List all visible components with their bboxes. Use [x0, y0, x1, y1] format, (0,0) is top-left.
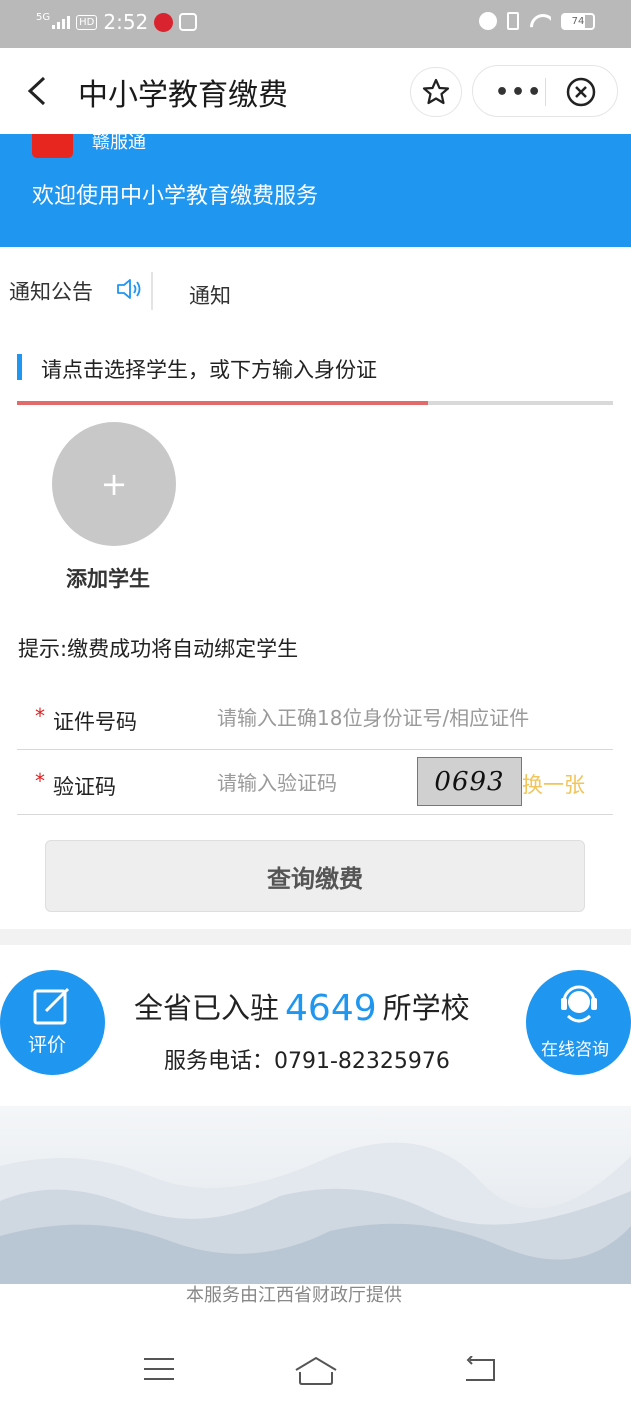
school-count-line: 全省已入驻 4649 所学校 — [134, 985, 470, 1029]
wifi-icon — [529, 12, 551, 30]
add-student-button[interactable]: + — [52, 422, 176, 546]
captcha-label: 验证码 — [53, 775, 116, 799]
schools-suffix: 所学校 — [382, 991, 470, 1025]
evaluate-button[interactable]: 评价 — [0, 970, 105, 1075]
evaluate-label: 评价 — [28, 1034, 67, 1056]
home-icon[interactable] — [294, 1356, 338, 1386]
status-bar: 5G HD 2:52 74 — [0, 0, 631, 48]
status-right: 74 — [479, 12, 595, 30]
id-number-row: * 证件号码 — [17, 686, 613, 750]
footer-text: 本服务由江西省财政厅提供 — [186, 1285, 402, 1306]
online-consult-label: 在线咨询 — [541, 1040, 609, 1060]
page-title: 中小学教育缴费 — [78, 78, 288, 113]
app-logo — [32, 134, 73, 158]
status-time: 2:52 — [103, 10, 149, 34]
edit-icon — [33, 987, 70, 1025]
close-icon[interactable] — [565, 76, 597, 108]
mountain-graphic — [0, 1142, 631, 1284]
captcha-image[interactable]: 0693 — [417, 757, 522, 806]
battery-icon: 74 — [561, 12, 595, 30]
signal-icon — [52, 15, 71, 29]
network-type: 5G — [36, 12, 51, 23]
id-number-label: 证件号码 — [53, 710, 137, 734]
notice-text[interactable]: 通知 — [189, 280, 231, 310]
add-student-label[interactable]: 添加学生 — [66, 563, 150, 593]
hint-text: 提示:缴费成功将自动绑定学生 — [18, 637, 299, 661]
speaker-icon — [117, 279, 141, 299]
online-consult-button[interactable]: 在线咨询 — [526, 970, 631, 1075]
id-number-input[interactable] — [217, 700, 607, 736]
welcome-banner: 赣服通 欢迎使用中小学教育缴费服务 — [0, 134, 631, 247]
system-nav-bar — [0, 1330, 631, 1407]
notice-label: 通知公告 — [9, 280, 93, 304]
back-nav-icon[interactable] — [462, 1356, 498, 1384]
captcha-text: 0693 — [434, 766, 505, 797]
welcome-text: 欢迎使用中小学教育缴费服务 — [32, 184, 319, 209]
battery-level: 74 — [571, 15, 585, 27]
section-title: 请点击选择学生，或下方输入身份证 — [41, 358, 377, 382]
mountain-illustration — [0, 1106, 631, 1284]
alipay-notification-icon — [179, 13, 198, 31]
school-count: 4649 — [285, 988, 377, 1029]
alarm-icon — [479, 12, 497, 30]
star-icon — [422, 78, 450, 105]
hd-icon: HD — [76, 14, 98, 30]
more-icon[interactable]: ••• — [495, 80, 543, 105]
captcha-row: * 验证码 0693 换一张 — [17, 751, 613, 815]
select-student-header: 请点击选择学生，或下方输入身份证 — [17, 350, 613, 384]
progress-bar — [17, 401, 613, 405]
notice-divider — [151, 272, 153, 310]
required-mark: * — [35, 704, 45, 728]
menu-capsule: ••• — [472, 65, 618, 117]
query-payment-button[interactable]: 查询缴费 — [45, 840, 585, 912]
required-mark: * — [35, 769, 45, 793]
back-icon[interactable] — [26, 76, 48, 106]
favorite-button[interactable] — [410, 67, 462, 117]
notification-app-icon — [154, 12, 174, 32]
section-gap — [0, 929, 631, 945]
capsule-divider — [545, 78, 546, 106]
notice-bar[interactable]: 通知公告 通知 — [0, 262, 631, 318]
section-accent-bar — [17, 354, 22, 380]
menu-icon[interactable] — [143, 1356, 175, 1382]
schools-prefix: 全省已入驻 — [134, 991, 280, 1025]
progress-fill — [17, 401, 429, 405]
status-left: 5G HD 2:52 — [36, 10, 198, 34]
app-logo-text: 赣服通 — [92, 134, 146, 153]
vibrate-icon — [507, 12, 519, 30]
headset-icon — [561, 985, 597, 1023]
captcha-input[interactable] — [217, 765, 407, 801]
refresh-captcha-link[interactable]: 换一张 — [522, 769, 585, 799]
service-phone[interactable]: 服务电话：0791-82325976 — [164, 1043, 450, 1075]
nav-bar: 中小学教育缴费 ••• — [0, 48, 631, 134]
